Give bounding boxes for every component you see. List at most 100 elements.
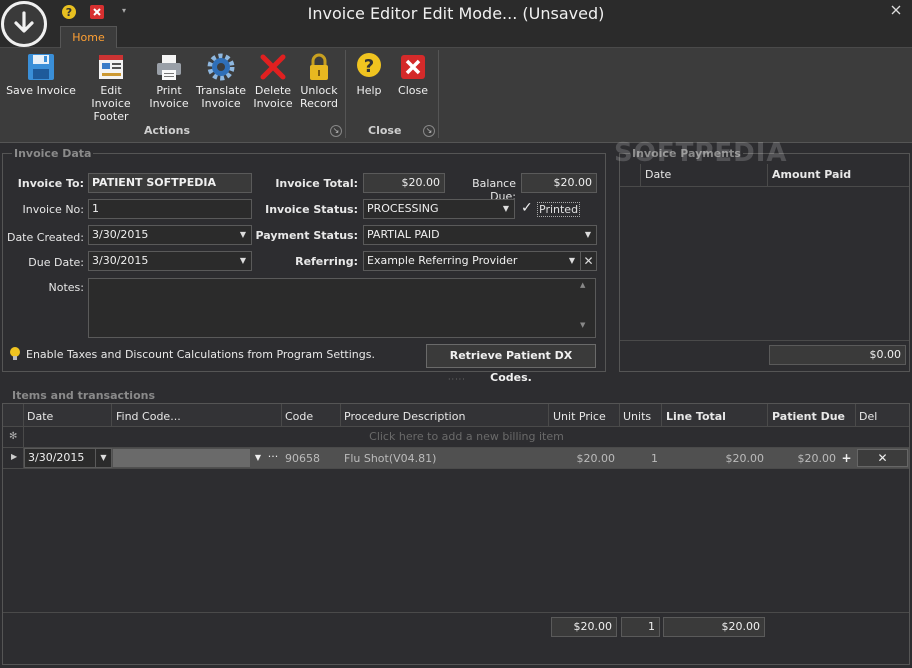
- application-menu-button[interactable]: [1, 1, 47, 47]
- notes-textarea[interactable]: [88, 278, 596, 338]
- row-unit-price: $20.00: [576, 452, 616, 465]
- payments-footer-divider: [620, 340, 909, 341]
- payments-col-divider: [640, 164, 641, 186]
- due-date-field[interactable]: 3/30/2015 ▼: [88, 251, 252, 271]
- col-units[interactable]: Units: [623, 410, 651, 423]
- payment-status-label: Payment Status:: [255, 229, 358, 242]
- window-close-icon[interactable]: [890, 4, 906, 20]
- items-section-title: Items and transactions: [12, 389, 155, 402]
- lightbulb-icon: [9, 346, 21, 365]
- chevron-down-icon[interactable]: ▼: [580, 226, 596, 244]
- invoice-data-title: Invoice Data: [12, 147, 94, 160]
- items-col-divider: [661, 404, 662, 426]
- row-find-code-field[interactable]: [113, 449, 250, 467]
- save-invoice-button[interactable]: Save Invoice: [6, 52, 76, 116]
- save-invoice-label: Save Invoice: [6, 84, 76, 97]
- due-date-value: 3/30/2015: [92, 254, 149, 267]
- window-title: Invoice Editor Edit Mode... (Unsaved): [307, 4, 605, 23]
- help-icon: ?: [357, 53, 381, 77]
- payments-total-field: $0.00: [769, 345, 906, 365]
- tab-home[interactable]: Home: [60, 26, 117, 49]
- unlock-record-label-1: Unlock: [300, 84, 338, 97]
- add-billing-item-row[interactable]: Click here to add a new billing item: [24, 427, 909, 447]
- col-find-code[interactable]: Find Code...: [116, 410, 181, 423]
- help-button[interactable]: ? Help: [350, 52, 388, 116]
- referring-select[interactable]: Example Referring Provider ▼: [363, 251, 581, 271]
- payments-col-divider: [767, 164, 768, 186]
- invoice-total-label: Invoice Total:: [275, 177, 358, 190]
- invoice-to-field[interactable]: PATIENT SOFTPEDIA: [88, 173, 252, 193]
- taxes-hint-text: Enable Taxes and Discount Calculations f…: [26, 348, 375, 361]
- invoice-to-label: Invoice To:: [17, 177, 84, 190]
- col-del[interactable]: Del: [859, 410, 877, 423]
- payments-col-date[interactable]: Date: [645, 168, 671, 181]
- chevron-down-icon[interactable]: ▼: [564, 252, 580, 270]
- close-button[interactable]: Close: [394, 52, 432, 116]
- referring-label: Referring:: [295, 255, 358, 268]
- invoice-status-select[interactable]: PROCESSING ▼: [363, 199, 515, 219]
- row-description: Flu Shot(V04.81): [344, 452, 437, 465]
- date-created-field[interactable]: 3/30/2015 ▼: [88, 225, 252, 245]
- edit-invoice-footer-button[interactable]: Edit Invoice Footer: [80, 52, 142, 123]
- new-row-asterisk-icon: ✻: [9, 431, 18, 442]
- col-line-total[interactable]: Line Total: [666, 410, 726, 423]
- row-patient-due: $20.00: [797, 452, 837, 465]
- invoice-no-field[interactable]: 1: [88, 199, 252, 219]
- footer-units-total: 1: [621, 617, 660, 637]
- translate-invoice-label-1: Translate: [196, 84, 246, 97]
- date-created-label: Date Created:: [6, 231, 84, 244]
- items-col-divider: [340, 404, 341, 426]
- edit-invoice-footer-label-1: Edit Invoice: [91, 84, 131, 110]
- payment-status-select[interactable]: PARTIAL PAID ▼: [363, 225, 597, 245]
- printer-icon: [157, 55, 181, 80]
- translate-invoice-label-2: Invoice: [201, 97, 241, 110]
- col-date[interactable]: Date: [27, 410, 53, 423]
- ribbon-tab-strip: [0, 26, 912, 48]
- col-procedure-description[interactable]: Procedure Description: [344, 410, 465, 423]
- col-patient-due[interactable]: Patient Due: [772, 410, 845, 423]
- items-col-divider: [767, 404, 768, 426]
- col-unit-price[interactable]: Unit Price: [553, 410, 606, 423]
- printed-label[interactable]: Printed: [537, 202, 581, 217]
- unlock-record-button[interactable]: Unlock Record: [298, 52, 340, 116]
- translate-invoice-button[interactable]: Translate Invoice: [196, 52, 246, 116]
- printed-checkbox[interactable]: ✓: [521, 201, 535, 215]
- row-code: 90658: [285, 452, 320, 465]
- notes-scrollbar[interactable]: ▲ ▼: [580, 280, 585, 330]
- svg-text:?: ?: [364, 56, 374, 77]
- help-label: Help: [356, 84, 382, 97]
- close-group-label: Close: [368, 124, 402, 137]
- row-date-value: 3/30/2015: [28, 451, 85, 464]
- payments-col-amount[interactable]: Amount Paid: [772, 168, 851, 181]
- actions-group-label: Actions: [144, 124, 190, 137]
- delete-invoice-button[interactable]: Delete Invoice: [250, 52, 296, 116]
- splitter-grip[interactable]: ·····: [448, 375, 466, 384]
- patient-due-plus-icon[interactable]: +: [839, 449, 854, 467]
- delete-x-icon: [260, 54, 286, 80]
- footer-unit-price-total: $20.00: [551, 617, 617, 637]
- edit-invoice-footer-label-2: Footer: [93, 110, 129, 123]
- chevron-down-icon[interactable]: ▼: [235, 226, 251, 244]
- items-col-divider: [619, 404, 620, 426]
- close-group-launcher-icon[interactable]: ↘: [423, 125, 435, 137]
- actions-group-launcher-icon[interactable]: ↘: [330, 125, 342, 137]
- col-code[interactable]: Code: [285, 410, 313, 423]
- row-line-total: $20.00: [725, 452, 765, 465]
- balance-due-field: $20.00: [521, 173, 597, 193]
- delete-row-icon[interactable]: ✕: [857, 449, 908, 467]
- gear-icon: [207, 53, 235, 81]
- find-code-ellipsis-icon[interactable]: ···: [265, 449, 281, 467]
- row-date-field[interactable]: 3/30/2015 ▼: [24, 448, 112, 468]
- chevron-down-icon[interactable]: ▼: [95, 449, 111, 467]
- chevron-down-icon[interactable]: ▼: [498, 200, 514, 218]
- retrieve-dx-codes-button[interactable]: Retrieve Patient DX Codes.: [426, 344, 596, 384]
- find-code-dropdown-icon[interactable]: ▼: [251, 449, 265, 467]
- chevron-down-icon[interactable]: ▼: [235, 252, 251, 270]
- edit-footer-icon: [99, 55, 123, 79]
- print-invoice-label-1: Print: [156, 84, 182, 97]
- clear-referring-icon[interactable]: ✕: [580, 251, 597, 271]
- items-col-divider: [281, 404, 282, 426]
- delete-invoice-label-2: Invoice: [253, 97, 293, 110]
- row-indicator-icon: ▶: [11, 452, 18, 461]
- print-invoice-button[interactable]: Print Invoice: [146, 52, 192, 116]
